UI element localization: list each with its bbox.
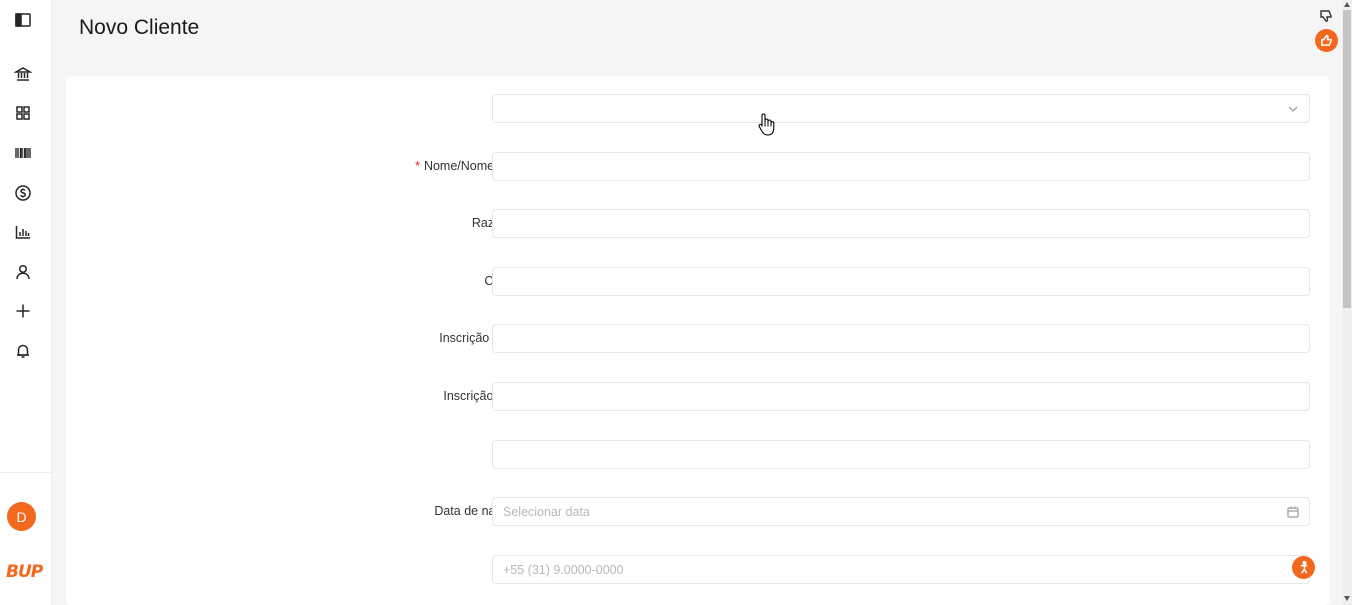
form-row-data-de-nascimento: Data de nascimento: — [66, 497, 1330, 527]
form-card: *Tipo: *Nome/Nome Fantasia: Razão Social: C… — [66, 76, 1330, 605]
form-row-contato: Contato: — [66, 440, 1330, 470]
input-inscricao-municipal[interactable] — [492, 324, 1310, 353]
sidebar-divider — [0, 472, 52, 473]
grid-icon[interactable] — [13, 103, 33, 123]
form-row-tipo: *Tipo: — [66, 94, 1330, 124]
form-row-inscricao-municipal: Inscrição Municipal: — [66, 324, 1330, 354]
scroll-down-arrow[interactable] — [1344, 596, 1350, 601]
page-title: Novo Cliente — [79, 16, 200, 39]
accessibility-button[interactable] — [1292, 556, 1315, 579]
form-row-nome-nome-fantasia: *Nome/Nome Fantasia: — [66, 152, 1330, 182]
select-tipo[interactable] — [492, 94, 1310, 123]
calendar-icon[interactable] — [1286, 505, 1300, 519]
form-row-cpf-cnpj: CPF/CNPJ: — [66, 267, 1330, 297]
form-row-razao-social: Razão Social: — [66, 209, 1330, 239]
chevron-down-icon[interactable] — [1286, 102, 1300, 116]
brand-logo[interactable]: BUP — [6, 562, 43, 582]
thumbs-up-icon — [1321, 34, 1332, 46]
sidebar: D BUP — [0, 0, 52, 605]
bell-icon[interactable] — [13, 341, 33, 361]
user-icon[interactable] — [13, 262, 33, 282]
dollar-icon[interactable] — [13, 183, 33, 203]
bar-chart-icon[interactable] — [13, 222, 33, 242]
form-row-inscricao-estadual: Inscrição Estadual: — [66, 382, 1330, 412]
bank-icon[interactable] — [13, 64, 33, 84]
plus-icon[interactable] — [13, 301, 33, 321]
date-picker-data-de-nascimento[interactable] — [492, 497, 1310, 526]
input-contato[interactable] — [492, 440, 1310, 469]
input-razao-social[interactable] — [492, 209, 1310, 238]
input-telefone[interactable] — [492, 555, 1310, 584]
sidebar-toggle-icon[interactable] — [13, 10, 33, 30]
required-mark: * — [415, 159, 420, 173]
input-nome-nome-fantasia[interactable] — [492, 152, 1310, 181]
accessibility-icon — [1300, 560, 1308, 574]
avatar[interactable]: D — [7, 502, 36, 531]
barcode-icon[interactable] — [13, 143, 33, 163]
thumbs-down-icon[interactable] — [1319, 9, 1333, 23]
scroll-up-arrow[interactable] — [1344, 2, 1350, 7]
thumbs-up-button[interactable] — [1315, 29, 1338, 52]
input-inscricao-estadual[interactable] — [492, 382, 1310, 411]
hand-cursor-icon — [758, 113, 775, 136]
input-cpf-cnpj[interactable] — [492, 267, 1310, 296]
form-row-telefone: Telefone: — [66, 555, 1330, 585]
scrollbar-thumb[interactable] — [1343, 10, 1351, 308]
